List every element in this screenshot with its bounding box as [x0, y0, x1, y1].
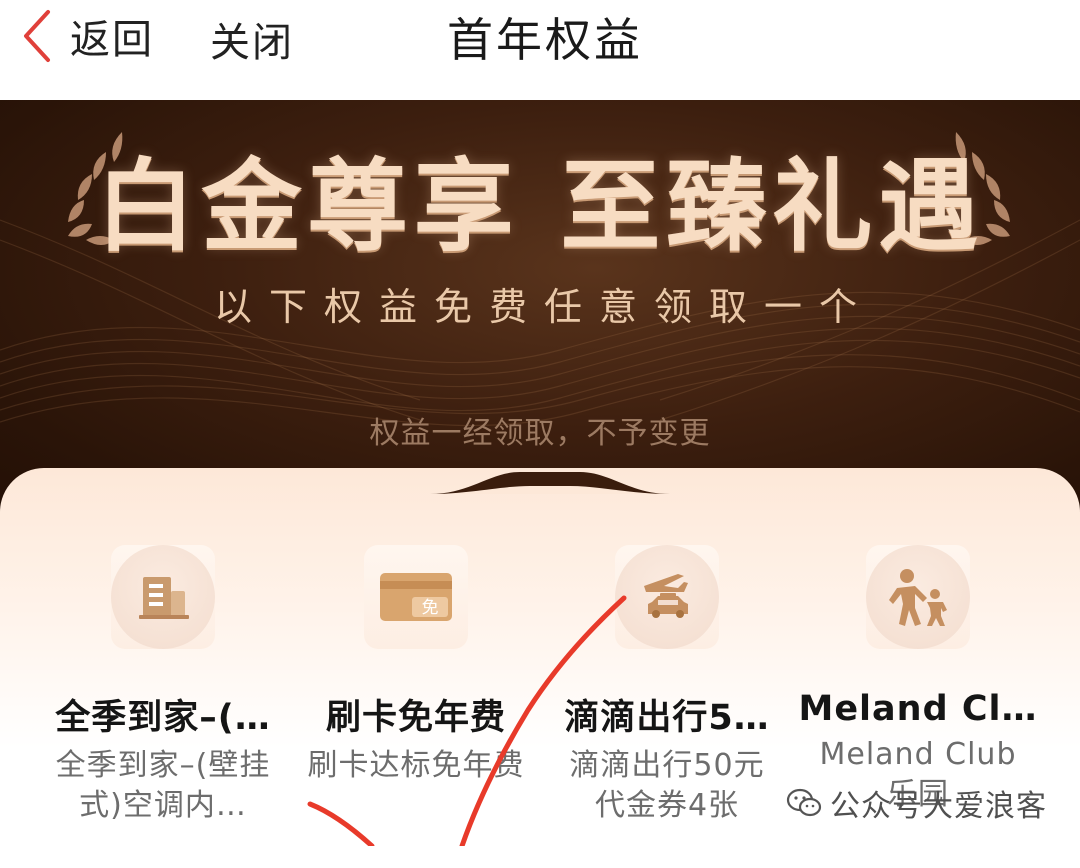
watermark: 公众号大爱浪客 — [786, 778, 1047, 828]
benefit-desc: 刷卡达标免年费 — [307, 748, 525, 783]
card-free-badge: 免 — [422, 598, 439, 618]
benefit-item-didi[interactable]: 滴滴出行5… 滴滴出行50元代金券4张 — [532, 545, 802, 826]
card-notch — [430, 472, 670, 494]
wechat-icon — [786, 788, 822, 817]
benefit-item-meland[interactable]: Meland Cl… Meland Club乐园 — [783, 545, 1053, 815]
nav-bar: 返回 关闭 首年权益 — [0, 0, 1080, 100]
benefit-item-quanji[interactable]: 全季到家–(… 全季到家–(壁挂式)空调内… — [28, 545, 298, 826]
page-title: 首年权益 — [0, 4, 1080, 70]
hero-subtitle: 以下权益免费任意领取一个 — [213, 285, 874, 329]
benefit-desc: 滴滴出行50元代金券4张 — [569, 748, 765, 823]
page-title-text: 首年权益 — [447, 13, 643, 67]
benefit-icon-tile — [615, 545, 719, 649]
benefit-icon-tile — [111, 545, 215, 649]
hero-note: 权益一经领取，不予变更 — [369, 416, 711, 451]
benefit-name: 全季到家–(… — [55, 698, 271, 738]
building-icon — [111, 545, 215, 649]
benefit-name: Meland Cl… — [798, 689, 1038, 729]
benefit-icon-tile: 免 — [364, 545, 468, 649]
benefit-name: 刷卡免年费 — [325, 698, 506, 738]
benefit-desc: 全季到家–(壁挂式)空调内… — [55, 748, 271, 823]
plane-car-icon — [615, 545, 719, 649]
benefit-icon-tile — [866, 545, 970, 649]
parent-child-icon — [866, 545, 970, 649]
benefit-name: 滴滴出行5… — [564, 698, 770, 738]
watermark-text: 公众号大爱浪客 — [830, 789, 1047, 824]
card-free-icon: 免 — [380, 573, 452, 621]
benefit-item-card-fee[interactable]: 免 刷卡免年费 刷卡达标免年费 — [281, 545, 551, 786]
hero-title: 白金尊享 至臻礼遇 — [95, 147, 985, 265]
